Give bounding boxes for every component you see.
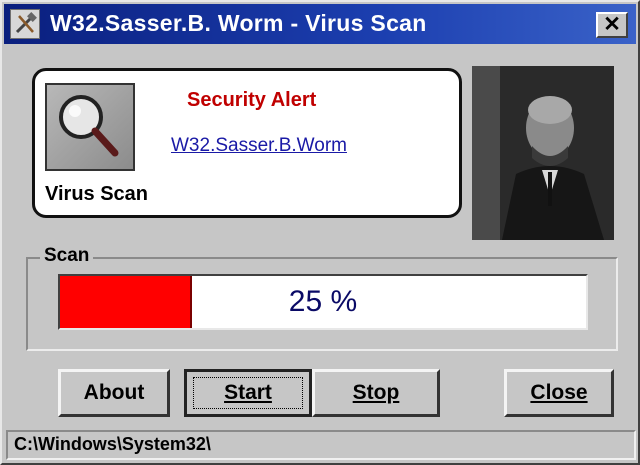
- start-button[interactable]: Start: [184, 369, 312, 417]
- title-bar[interactable]: W32.Sasser.B. Worm - Virus Scan ✕: [4, 4, 636, 44]
- about-button[interactable]: About: [58, 369, 170, 417]
- close-icon[interactable]: ✕: [596, 12, 628, 38]
- scan-group-label: Scan: [40, 245, 94, 267]
- window-title: W32.Sasser.B. Worm - Virus Scan: [50, 10, 427, 36]
- portrait-photo: [472, 66, 614, 240]
- close-button[interactable]: Close: [504, 369, 614, 417]
- status-bar: C:\Windows\System32\: [6, 430, 636, 460]
- virus-scan-window: W32.Sasser.B. Worm - Virus Scan ✕ Virus …: [0, 0, 640, 465]
- threat-name-link[interactable]: W32.Sasser.B.Worm: [171, 135, 347, 157]
- scan-progress-bar: 25 %: [58, 274, 588, 330]
- tools-icon: [10, 9, 40, 39]
- start-button-label: Start: [224, 381, 272, 404]
- scan-progress-percent: 25 %: [288, 285, 358, 318]
- security-alert-title: Security Alert: [187, 89, 317, 111]
- stop-button-label: Stop: [352, 381, 400, 404]
- magnifier-icon: [45, 83, 135, 171]
- close-button-label: Close: [530, 381, 588, 404]
- security-alert-panel: Virus Scan Security Alert W32.Sasser.B.W…: [32, 68, 462, 218]
- status-path: C:\Windows\System32\: [14, 434, 211, 454]
- stop-button[interactable]: Stop: [312, 369, 440, 417]
- virus-scan-label: Virus Scan: [45, 183, 149, 205]
